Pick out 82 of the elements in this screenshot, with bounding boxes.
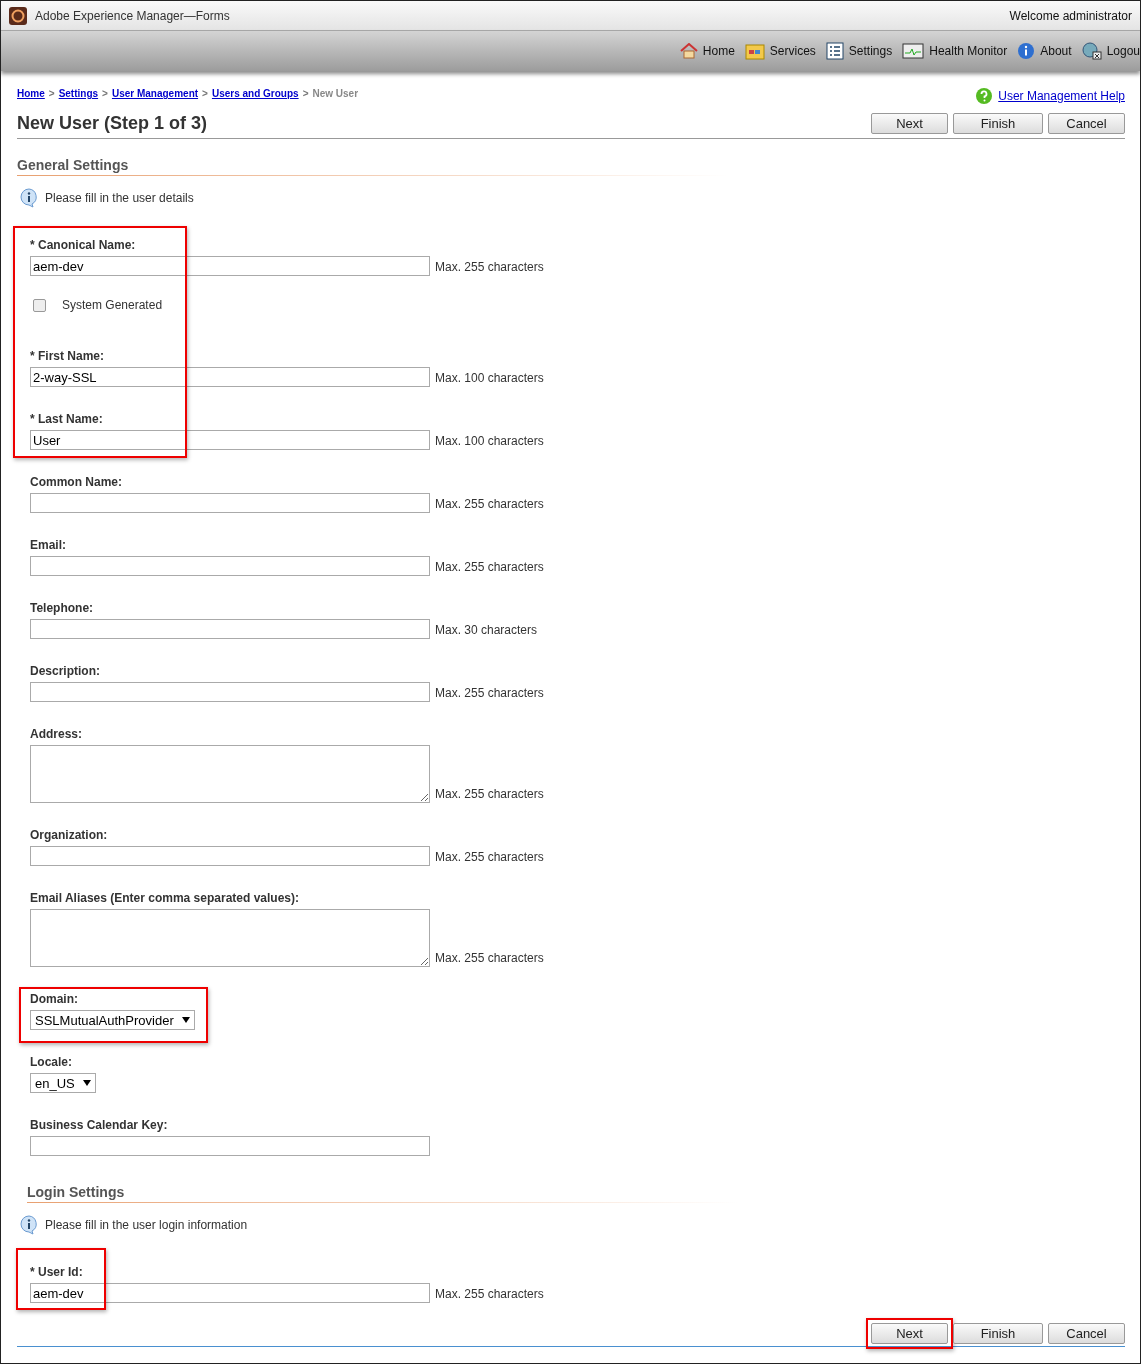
field-hint: Max. 100 characters [435,434,544,448]
field-label: Description: [30,664,101,678]
field-hint: Max. 255 characters [435,560,544,574]
finish-button[interactable]: Finish [953,113,1043,134]
next-button[interactable]: Next [871,1323,948,1344]
field-label: Telephone: [30,601,95,615]
info-icon [19,188,39,208]
field-label: Address: [30,727,83,741]
field-hint: Max. 255 characters [435,260,544,274]
nav-link[interactable]: About [1017,42,1072,60]
input-field[interactable] [30,619,430,639]
dropdown[interactable]: en_US [30,1073,96,1093]
breadcrumb-separator: > [302,88,309,99]
logo-icon [9,6,27,25]
field-hint: Max. 255 characters [435,850,544,864]
checkbox[interactable] [33,298,46,312]
text-area[interactable] [30,745,430,803]
field-hint: Max. 255 characters [435,686,544,700]
text-area[interactable] [30,909,430,967]
house-icon [679,43,698,59]
field-label: Email Aliases (Enter comma separated values): [30,891,300,905]
window-title: Adobe Experience Manager—Forms [35,8,231,23]
field-label: Business Calendar Key: [30,1118,169,1132]
field-label: Organization: [30,828,109,842]
page-title: New User (Step 1 of 3) [17,113,208,134]
input-field[interactable] [30,493,430,513]
current-page-label: New User [312,88,359,99]
input-field[interactable]: aem-dev [30,256,430,276]
breadcrumb-link[interactable]: Users and Groups [211,88,299,99]
nav-link[interactable]: Home [679,43,735,59]
field-label: * User Id: [30,1265,84,1279]
field-label: Domain: [30,992,79,1006]
nav-link[interactable]: Logou [1081,42,1140,60]
field-label: * First Name: [30,349,106,363]
list-icon [825,42,844,60]
field-hint: Max. 255 characters [435,497,544,511]
field-hint: Max. 255 characters [435,1287,544,1301]
field-hint: Max. 255 characters [435,951,544,965]
info-icon [1017,42,1036,60]
field-label: Email: [30,538,67,552]
help-icon [975,87,994,105]
breadcrumb-link[interactable]: Home [17,88,45,99]
input-field[interactable] [30,1136,430,1156]
input-field[interactable] [30,846,430,866]
input-field[interactable]: aem-dev [30,1283,430,1303]
info-text: Please fill in the user details [45,191,194,205]
input-field[interactable]: 2-way-SSL [30,367,430,387]
input-field[interactable] [30,682,430,702]
caret-icon [82,1080,91,1086]
nav-link[interactable]: Settings [825,42,893,60]
monitor-icon [902,42,925,60]
checkbox-label: System Generated [62,298,163,312]
section-title: General Settings [17,139,807,176]
globe-icon [1081,42,1102,60]
nav-link[interactable]: Services [744,42,816,60]
field-label: * Canonical Name: [30,238,137,252]
field-hint: Max. 255 characters [435,787,544,801]
breadcrumb-separator: > [48,88,55,99]
field-label: Common Name: [30,475,123,489]
caret-icon [181,1017,190,1023]
field-label: * Last Name: [30,412,104,426]
breadcrumb-separator: > [202,88,208,99]
field-hint: Max. 100 characters [435,371,544,385]
field-hint: Max. 30 characters [435,623,538,637]
breadcrumb-separator: > [102,88,108,99]
breadcrumb-link[interactable]: Settings [58,88,99,99]
cancel-button[interactable]: Cancel [1048,1323,1125,1344]
help-link[interactable]: User Management Help [975,87,1125,105]
breadcrumb-link[interactable]: User Management [111,88,199,99]
welcome-text: Welcome administrator [1009,8,1132,23]
nav-link[interactable]: Health Monitor [902,42,1008,60]
cancel-button[interactable]: Cancel [1048,113,1125,134]
input-field[interactable] [30,556,430,576]
next-button[interactable]: Next [871,113,948,134]
field-label: Locale: [30,1055,73,1069]
finish-button[interactable]: Finish [953,1323,1043,1344]
info-text: Please fill in the user login information [45,1218,248,1232]
folder-icon [744,42,765,60]
dropdown[interactable]: SSLMutualAuthProvider [30,1010,195,1030]
info-icon [19,1215,39,1235]
input-field[interactable]: User [30,430,430,450]
section-title: Login Settings [27,1166,817,1203]
